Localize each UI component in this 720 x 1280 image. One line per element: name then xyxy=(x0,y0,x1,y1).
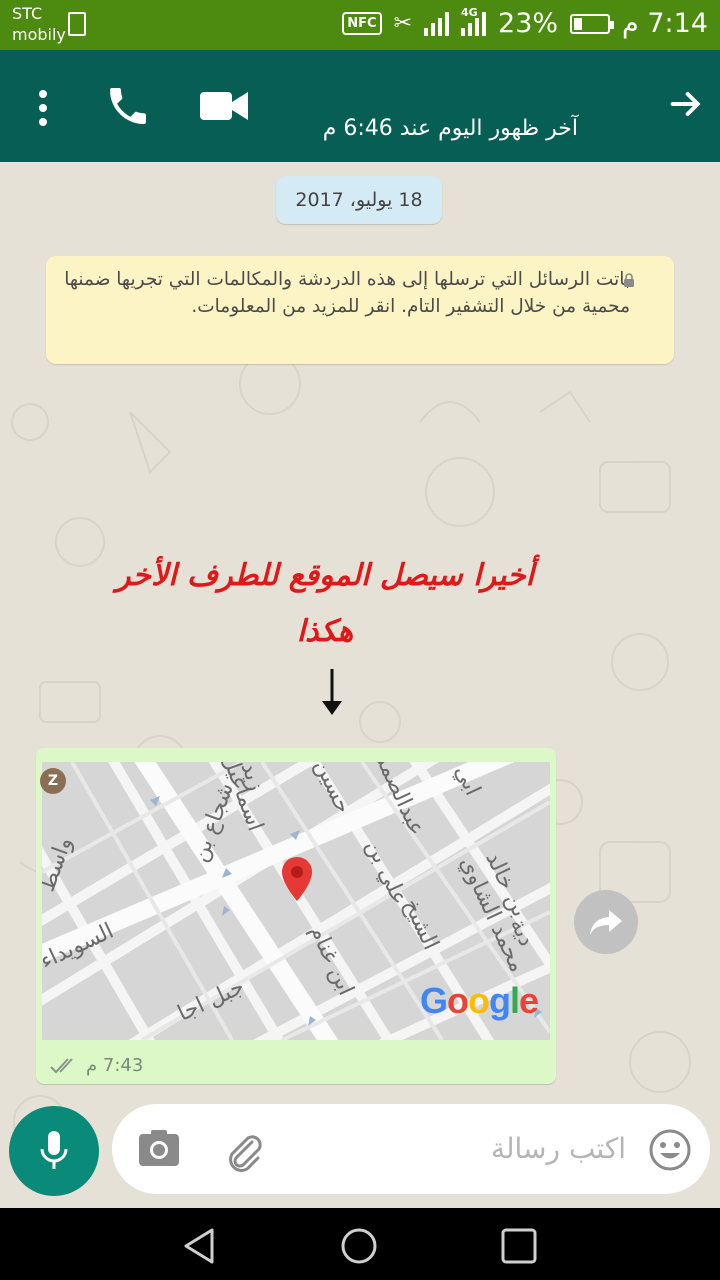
system-nav-bar xyxy=(0,1208,720,1280)
map-preview[interactable]: اسماعيل زيد حسين عبدالصمد ابي شجاع بن عل… xyxy=(42,762,550,1040)
message-meta: 7:43 م xyxy=(50,1055,143,1076)
carrier-label: STC mobily xyxy=(12,3,66,45)
battery-percent: 23% xyxy=(498,8,559,39)
message-composer xyxy=(112,1104,710,1194)
date-separator: 18 يوليو، 2017 xyxy=(276,176,442,224)
phone-icon[interactable] xyxy=(104,82,152,130)
menu-icon xyxy=(39,90,47,98)
recents-nav-icon[interactable] xyxy=(499,1226,539,1266)
sim-card-icon xyxy=(68,12,86,36)
annotation-line1: أخيرا سيصل الموقع للطرف الأخر xyxy=(115,558,535,593)
vibrate-icon: ✂ xyxy=(393,11,413,36)
home-nav-icon[interactable] xyxy=(339,1226,379,1266)
emoji-icon[interactable] xyxy=(648,1128,692,1172)
encryption-notice[interactable]: باتت الرسائل التي ترسلها إلى هذه الدردشة… xyxy=(46,256,674,364)
nfc-icon: NFC xyxy=(342,12,382,35)
camera-icon[interactable] xyxy=(138,1128,180,1168)
video-icon[interactable] xyxy=(200,88,248,124)
location-pin-icon xyxy=(282,857,312,901)
message-input[interactable] xyxy=(282,1122,626,1174)
back-nav-icon[interactable] xyxy=(180,1226,220,1266)
status-time: 7:14 م xyxy=(622,8,708,39)
last-seen-status[interactable]: آخر ظهور اليوم عند 6:46 م xyxy=(323,116,578,141)
voice-record-button[interactable] xyxy=(9,1106,99,1196)
chat-area[interactable]: 18 يوليو، 2017 باتت الرسائل التي ترسلها … xyxy=(0,162,720,1208)
wifi-signal-icon xyxy=(424,11,450,36)
battery-icon xyxy=(570,13,615,34)
microphone-icon xyxy=(40,1131,68,1169)
annotation-line2: هكذا xyxy=(296,614,354,649)
map-app-badge-icon: Z xyxy=(40,768,66,794)
annotation-text: أخيرا سيصل الموقع للطرف الأخر هكذا xyxy=(90,548,560,660)
cell-signal-icon: 4G xyxy=(461,6,487,36)
status-indicators: NFC ✂ 4G 23% 7:14 م xyxy=(342,6,708,39)
location-message[interactable]: اسماعيل زيد حسين عبدالصمد ابي شجاع بن عل… xyxy=(36,748,556,1084)
network-type: 4G xyxy=(461,5,478,19)
encryption-notice-text: باتت الرسائل التي ترسلها إلى هذه الدردشة… xyxy=(64,269,630,317)
forward-icon xyxy=(590,910,622,935)
carrier-line2: mobily xyxy=(12,25,66,44)
menu-button[interactable] xyxy=(28,88,58,128)
attach-icon[interactable] xyxy=(222,1128,266,1172)
carrier-line1: STC xyxy=(12,4,43,23)
lock-icon xyxy=(624,273,634,287)
status-bar: STC mobily NFC ✂ 4G 23% 7:14 م xyxy=(0,0,720,50)
forward-button[interactable] xyxy=(574,890,638,954)
chat-header: آخر ظهور اليوم عند 6:46 م xyxy=(0,50,720,162)
arrow-forward-icon[interactable] xyxy=(666,84,706,124)
google-logo: Google xyxy=(420,980,539,1021)
double-check-icon xyxy=(50,1057,73,1073)
message-time: 7:43 م xyxy=(86,1055,144,1076)
arrow-down-icon xyxy=(322,669,342,715)
